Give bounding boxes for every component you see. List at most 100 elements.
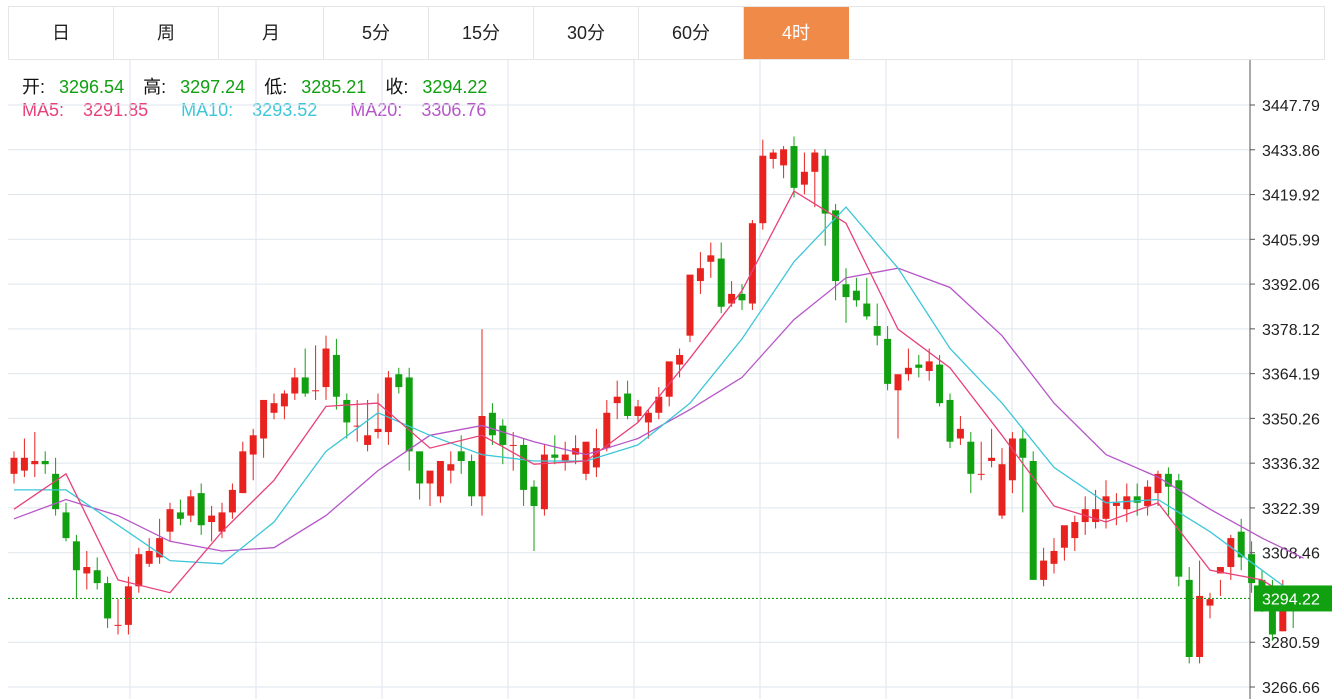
y-axis-tick-label: 3447.79 <box>1262 98 1320 115</box>
candle-body-down <box>332 354 340 397</box>
y-axis-tick-label: 3350.26 <box>1262 411 1320 428</box>
candle-body-up <box>83 567 91 574</box>
candle-body-up <box>270 403 278 413</box>
candle-body-up <box>1196 595 1204 657</box>
candle-body-up <box>696 268 704 282</box>
y-axis-tick-label: 3392.06 <box>1262 277 1320 294</box>
y-axis-tick-label: 3405.99 <box>1262 232 1320 249</box>
candle-body-up <box>634 406 642 417</box>
candle-body-up <box>1060 525 1068 548</box>
candle-body-up <box>1040 560 1048 580</box>
candle-body-up <box>1071 522 1079 539</box>
candle-body-up <box>436 460 444 497</box>
candle-body-up <box>925 361 933 372</box>
candle-body-down <box>1029 460 1037 580</box>
tab-30min[interactable]: 30分 <box>534 7 639 59</box>
candle-body-down <box>936 364 944 404</box>
y-axis-tick-label: 3336.32 <box>1262 456 1320 473</box>
candle-body-up <box>582 441 590 474</box>
candle-body-up <box>686 274 694 336</box>
candle-body-down <box>488 412 496 436</box>
candle-body-up <box>1206 599 1214 606</box>
candle-body-up <box>1102 496 1110 519</box>
candle-body-up <box>249 435 257 455</box>
period-tabs: 日 周 月 5分 15分 30分 60分 4时 <box>8 6 1325 60</box>
y-axis-tick-label: 3419.92 <box>1262 188 1320 205</box>
candle-body-up <box>374 428 382 433</box>
candle-body-up <box>780 149 788 166</box>
candle-body-down <box>499 425 507 445</box>
candle-body-up <box>759 155 767 224</box>
candle-body-up <box>208 515 216 523</box>
y-axis-tick-label: 3322.39 <box>1262 501 1320 518</box>
candlestick-chart: 3447.79 3433.86 3419.92 3405.99 3392.06 3378.… <box>8 60 1332 699</box>
candle-body-down <box>863 303 871 317</box>
candle-body-up <box>384 377 392 433</box>
candle-body-up <box>145 550 153 564</box>
candle-body-up <box>800 171 808 185</box>
candle-body-up <box>540 454 548 510</box>
candle-body-down <box>1133 496 1141 503</box>
candle-body-down <box>520 444 528 490</box>
candle-body-down <box>946 399 954 442</box>
candle-body-up <box>10 457 18 474</box>
candle-body-up <box>166 509 174 532</box>
candle-body-up <box>187 496 195 516</box>
candle-body-up <box>478 416 486 497</box>
candle-body-down <box>842 284 850 298</box>
candle-body-up <box>665 361 673 397</box>
candle-body-up <box>728 293 736 304</box>
candle-body-up <box>426 470 434 484</box>
candle-body-down <box>790 146 798 188</box>
candle-body-down <box>93 570 101 584</box>
candle-body-down <box>884 338 892 384</box>
tab-5min[interactable]: 5分 <box>324 7 429 59</box>
candle-body-up <box>904 367 912 375</box>
candle-body-down <box>457 451 465 461</box>
candle-body-down <box>104 583 112 619</box>
y-axis-tick-label: 3308.46 <box>1262 546 1320 563</box>
candle-body-up <box>1112 502 1120 506</box>
candle-body-up <box>322 348 330 388</box>
tab-week[interactable]: 周 <box>114 7 219 59</box>
candle-body-up <box>280 393 288 407</box>
candle-body-up <box>1008 438 1016 481</box>
candle-body-up <box>364 435 372 445</box>
candle-body-up <box>603 412 611 449</box>
tab-60min[interactable]: 60分 <box>639 7 744 59</box>
candle-body-up <box>769 152 777 159</box>
candle-body-down <box>1019 438 1027 458</box>
candle-body-down <box>624 393 632 417</box>
y-axis-tick-label: 3364.19 <box>1262 367 1320 384</box>
candle-body-down <box>873 326 881 336</box>
tab-month[interactable]: 月 <box>219 7 324 59</box>
candle-body-down <box>1175 480 1183 577</box>
candle-body-up <box>239 451 247 494</box>
y-axis-tick-label: 3433.86 <box>1262 143 1320 160</box>
candle-body-down <box>395 374 403 388</box>
candle-body-up <box>124 586 132 625</box>
candle-body-up <box>977 473 985 475</box>
candle-body-up <box>676 354 684 365</box>
candle-body-up <box>228 489 236 513</box>
tab-4hour[interactable]: 4时 <box>744 7 849 59</box>
candle-body-down <box>405 377 413 452</box>
candle-body-down <box>852 290 860 301</box>
tab-15min[interactable]: 15分 <box>429 7 534 59</box>
candle-body-up <box>20 457 28 471</box>
candle-body-up <box>644 412 652 423</box>
candle-body-up <box>1123 496 1131 510</box>
candle-body-up <box>613 396 621 404</box>
candle-body-down <box>343 399 351 423</box>
candle-body-down <box>62 512 70 539</box>
candle-body-down <box>530 486 538 506</box>
candle-body-down <box>41 460 49 465</box>
candle-body-up <box>1227 538 1235 568</box>
y-axis-tick-label: 3378.12 <box>1262 322 1320 339</box>
candle-body-down <box>915 364 923 368</box>
candle-body-down <box>967 441 975 474</box>
candle-body-up <box>135 554 143 587</box>
tab-day[interactable]: 日 <box>9 7 114 59</box>
candle-body-up <box>447 464 455 471</box>
candle-body-down <box>416 451 424 484</box>
